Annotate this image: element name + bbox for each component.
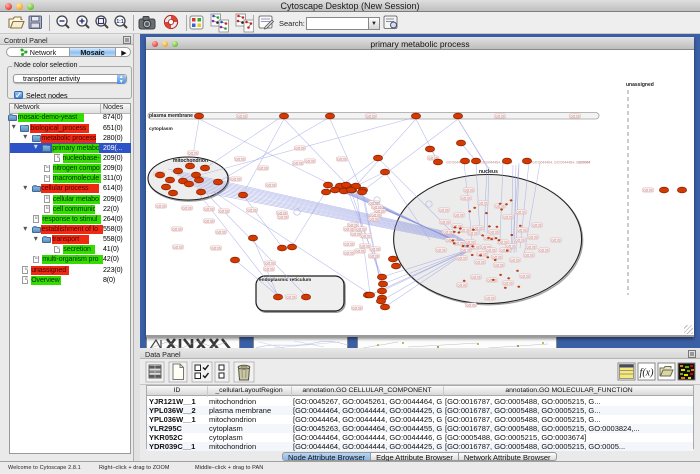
- svg-text:GO:00: GO:00: [443, 230, 453, 234]
- svg-text:GO:00: GO:00: [503, 215, 513, 219]
- svg-text:GO:00: GO:00: [286, 295, 296, 299]
- svg-text:GO:00: GO:00: [570, 114, 580, 118]
- svg-text:GO:00: GO:00: [516, 210, 526, 214]
- svg-text:GO:00: GO:00: [361, 234, 371, 238]
- svg-text:GO:00: GO:00: [495, 204, 505, 208]
- svg-text:GO:00: GO:00: [182, 206, 192, 210]
- svg-text:GO:00: GO:00: [532, 223, 542, 227]
- svg-text:GO:00: GO:00: [457, 283, 467, 287]
- svg-text:GO:00: GO:00: [337, 157, 347, 161]
- svg-text:GO:00: GO:00: [520, 274, 530, 278]
- svg-text:GO:00: GO:00: [172, 227, 182, 231]
- svg-text:GO:00: GO:00: [643, 188, 653, 192]
- svg-text:GO:00: GO:00: [219, 209, 229, 213]
- svg-text:GO:00: GO:00: [258, 166, 268, 170]
- svg-text:GO:00: GO:00: [265, 261, 275, 265]
- svg-text:GO:00: GO:00: [473, 226, 483, 230]
- svg-text:plasma membrane: plasma membrane: [149, 113, 193, 119]
- svg-text:f(x): f(x): [640, 368, 655, 379]
- svg-text:GO:00: GO:00: [485, 296, 495, 300]
- svg-text:GO:00: GO:00: [231, 177, 241, 181]
- svg-text:GO:00: GO:00: [344, 251, 354, 255]
- svg-text:GO:00: GO:00: [156, 204, 166, 208]
- svg-text:GO:00: GO:00: [461, 196, 471, 200]
- svg-text:GO:00: GO:00: [460, 228, 470, 232]
- svg-text:GO:00: GO:00: [204, 219, 214, 223]
- svg-text:GO:00: GO:00: [351, 232, 361, 236]
- svg-text:GO:00: GO:00: [264, 267, 274, 271]
- svg-text:GO:00: GO:00: [492, 255, 502, 259]
- svg-text:GO:00: GO:00: [495, 114, 505, 118]
- svg-text:GO:00: GO:00: [466, 303, 476, 307]
- svg-text:GO:00: GO:00: [360, 244, 370, 248]
- svg-text:GO:00: GO:00: [344, 227, 354, 231]
- svg-text:GO:00: GO:00: [216, 230, 226, 234]
- svg-text:GO:00: GO:00: [551, 238, 561, 242]
- svg-text:GO:00: GO:00: [237, 114, 247, 118]
- svg-text:GO:00: GO:00: [439, 208, 449, 212]
- svg-text:GO:004: GO:004: [578, 161, 590, 165]
- svg-text:GO:00: GO:00: [457, 256, 467, 260]
- svg-text:GO:00: GO:00: [478, 201, 488, 205]
- svg-text:GO:00: GO:00: [517, 228, 527, 232]
- svg-text:GO:00: GO:00: [352, 306, 362, 310]
- svg-text:GO:00: GO:00: [471, 275, 481, 279]
- svg-text:GO:00: GO:00: [503, 281, 513, 285]
- svg-text:1:1: 1:1: [116, 19, 123, 25]
- svg-text:GO:00: GO:00: [454, 241, 464, 245]
- svg-text:GO:00: GO:00: [295, 146, 305, 150]
- svg-text:GO:00: GO:00: [369, 217, 379, 221]
- svg-text:GO:00: GO:00: [344, 242, 354, 246]
- svg-text:GO:00: GO:00: [266, 183, 276, 187]
- svg-text:GO:00: GO:00: [356, 227, 366, 231]
- svg-text:GO:00: GO:00: [475, 260, 485, 264]
- svg-text:GO:00: GO:00: [436, 248, 446, 252]
- svg-text:GO:00: GO:00: [440, 220, 450, 224]
- svg-text:GO:00: GO:00: [369, 254, 379, 258]
- svg-text:GO:00: GO:00: [510, 258, 520, 262]
- svg-text:GO:00: GO:00: [173, 245, 183, 249]
- svg-text:GO:00: GO:00: [524, 253, 534, 257]
- svg-text:GO:00: GO:00: [477, 252, 487, 256]
- svg-text:GO:00: GO:00: [494, 263, 504, 267]
- svg-text:GO:00: GO:00: [489, 230, 499, 234]
- svg-text:GO:00: GO:00: [305, 159, 315, 163]
- svg-text:mitochondrion: mitochondrion: [173, 158, 208, 164]
- svg-text:GO:00: GO:00: [515, 238, 525, 242]
- svg-text:GO:00: GO:00: [355, 249, 365, 253]
- svg-text:GO:00: GO:00: [465, 240, 475, 244]
- svg-text:GO:00: GO:00: [278, 215, 288, 219]
- svg-text:GO:00: GO:00: [539, 248, 549, 252]
- svg-text:cytoplasm: cytoplasm: [149, 126, 173, 132]
- svg-text:GO:00: GO:00: [486, 248, 496, 252]
- svg-text:GO:00: GO:00: [506, 244, 516, 248]
- svg-text:GO:00: GO:00: [188, 151, 198, 155]
- svg-text:GO:00: GO:00: [247, 208, 257, 212]
- svg-text:GO:00: GO:00: [464, 188, 474, 192]
- svg-text:GO:00: GO:00: [454, 213, 464, 217]
- svg-text:GO:00: GO:00: [370, 247, 380, 251]
- svg-text:nucleus: nucleus: [479, 169, 498, 175]
- svg-text:GO:00: GO:00: [366, 114, 376, 118]
- svg-text:unassigned: unassigned: [626, 82, 654, 88]
- svg-text:endoplasmic reticulum: endoplasmic reticulum: [259, 277, 311, 283]
- svg-text:GO:00: GO:00: [293, 161, 303, 165]
- svg-text:GO:00: GO:00: [526, 245, 536, 249]
- svg-text:GO:00: GO:00: [528, 235, 538, 239]
- svg-text:GO:00: GO:00: [211, 246, 221, 250]
- svg-text:GO:00: GO:00: [235, 157, 245, 161]
- svg-text:GO:00: GO:00: [204, 207, 214, 211]
